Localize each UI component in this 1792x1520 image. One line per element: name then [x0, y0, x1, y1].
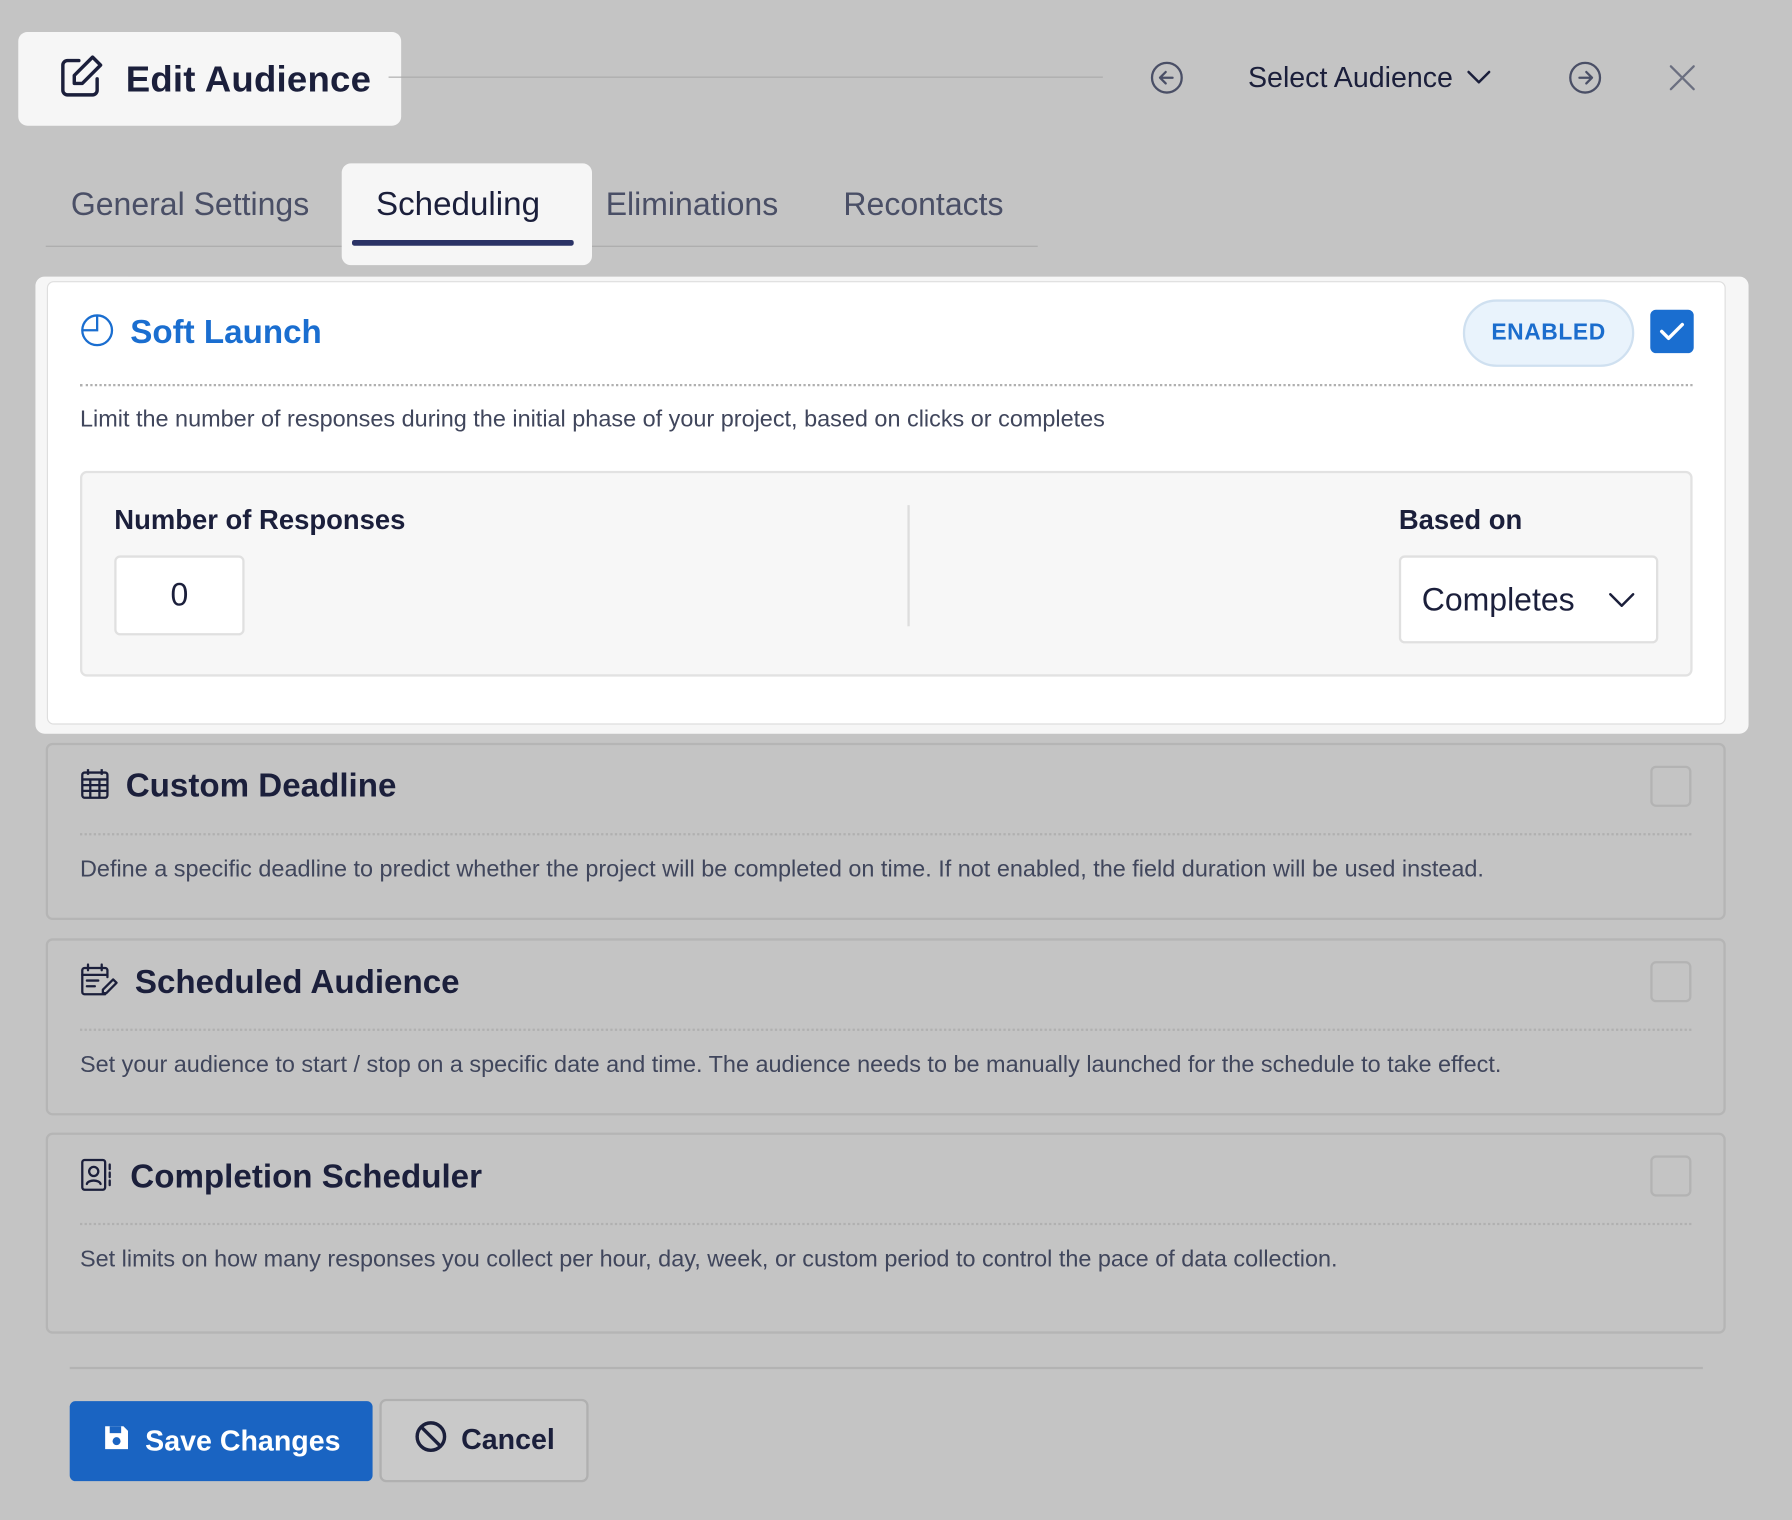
- header-divider: [388, 76, 1103, 78]
- close-button[interactable]: [1664, 59, 1701, 96]
- soft-launch-description: Limit the number of responses during the…: [79, 405, 1105, 432]
- chevron-down-icon: [1609, 592, 1635, 607]
- section-divider: [79, 833, 1692, 836]
- completion-scheduler-checkbox[interactable]: [1650, 1155, 1692, 1197]
- save-changes-button[interactable]: Save Changes: [69, 1401, 373, 1482]
- soft-launch-card: Soft Launch ENABLED Limit the number of …: [46, 281, 1726, 725]
- cancel-button[interactable]: Cancel: [379, 1398, 589, 1483]
- scheduled-audience-title: Scheduled Audience: [134, 964, 460, 1002]
- edit-audience-dialog: Edit Audience Select Audience General Se…: [0, 0, 1792, 1520]
- responses-label: Number of Responses: [114, 505, 406, 536]
- cancel-label: Cancel: [461, 1423, 555, 1456]
- select-audience-dropdown[interactable]: Select Audience: [1248, 55, 1492, 101]
- arrow-right-circle-icon: [1569, 61, 1602, 94]
- save-icon: [102, 1422, 132, 1460]
- chevron-down-icon: [1467, 70, 1491, 84]
- based-on-label: Based on: [1398, 505, 1523, 536]
- completion-scheduler-title: Completion Scheduler: [130, 1158, 483, 1196]
- completion-scheduler-description: Set limits on how many responses you col…: [79, 1245, 1338, 1272]
- responses-input[interactable]: 0: [114, 555, 245, 636]
- edit-icon: [57, 52, 105, 106]
- custom-deadline-card: Custom Deadline Define a specific deadli…: [45, 742, 1726, 920]
- scheduled-audience-description: Set your audience to start / stop on a s…: [79, 1051, 1502, 1078]
- custom-deadline-header: Custom Deadline: [80, 768, 396, 806]
- tab-scheduling[interactable]: Scheduling: [341, 163, 592, 266]
- ban-icon: [413, 1419, 447, 1461]
- custom-deadline-checkbox[interactable]: [1650, 765, 1692, 807]
- custom-deadline-description: Define a specific deadline to predict wh…: [79, 855, 1484, 883]
- soft-launch-title: Soft Launch: [130, 314, 322, 351]
- section-divider: [79, 1028, 1692, 1031]
- completion-scheduler-card: Completion Scheduler Set limits on how m…: [45, 1132, 1726, 1334]
- pie-chart-icon: [80, 313, 114, 353]
- select-audience-label: Select Audience: [1247, 61, 1453, 94]
- dialog-title: Edit Audience: [125, 57, 372, 99]
- custom-deadline-title: Custom Deadline: [125, 767, 397, 805]
- active-tab-indicator: [351, 239, 574, 246]
- section-divider: [79, 383, 1693, 387]
- soft-launch-settings-panel: Number of Responses 0 Based on Completes: [79, 470, 1693, 677]
- tab-recontacts[interactable]: Recontacts: [843, 186, 1003, 223]
- soft-launch-checkbox[interactable]: [1650, 309, 1694, 354]
- soft-launch-highlight: Soft Launch ENABLED Limit the number of …: [35, 276, 1749, 734]
- contact-book-icon: [80, 1158, 114, 1198]
- tab-general-settings[interactable]: General Settings: [71, 186, 309, 223]
- panel-divider: [907, 505, 910, 627]
- based-on-select[interactable]: Completes: [1398, 555, 1659, 644]
- save-changes-label: Save Changes: [145, 1424, 341, 1457]
- completion-scheduler-header: Completion Scheduler: [80, 1158, 482, 1198]
- calendar-edit-icon: [80, 963, 119, 1003]
- checkmark-icon: [1659, 322, 1684, 340]
- scheduled-audience-card: Scheduled Audience Set your audience to …: [45, 938, 1726, 1116]
- tab-scheduling-label: Scheduling: [375, 186, 540, 223]
- next-audience-button[interactable]: [1566, 58, 1605, 97]
- previous-audience-button[interactable]: [1147, 58, 1186, 97]
- scheduled-audience-header: Scheduled Audience: [80, 963, 460, 1003]
- soft-launch-header: Soft Launch: [80, 313, 322, 353]
- dialog-title-card: Edit Audience: [18, 31, 402, 126]
- arrow-left-circle-icon: [1150, 61, 1183, 94]
- close-icon: [1669, 65, 1695, 91]
- footer-divider: [69, 1366, 1703, 1370]
- calendar-icon: [80, 768, 110, 806]
- section-divider: [79, 1222, 1692, 1226]
- status-badge: ENABLED: [1462, 299, 1635, 367]
- tab-eliminations[interactable]: Eliminations: [606, 186, 779, 223]
- scheduled-audience-checkbox[interactable]: [1650, 961, 1692, 1003]
- based-on-value: Completes: [1421, 581, 1575, 617]
